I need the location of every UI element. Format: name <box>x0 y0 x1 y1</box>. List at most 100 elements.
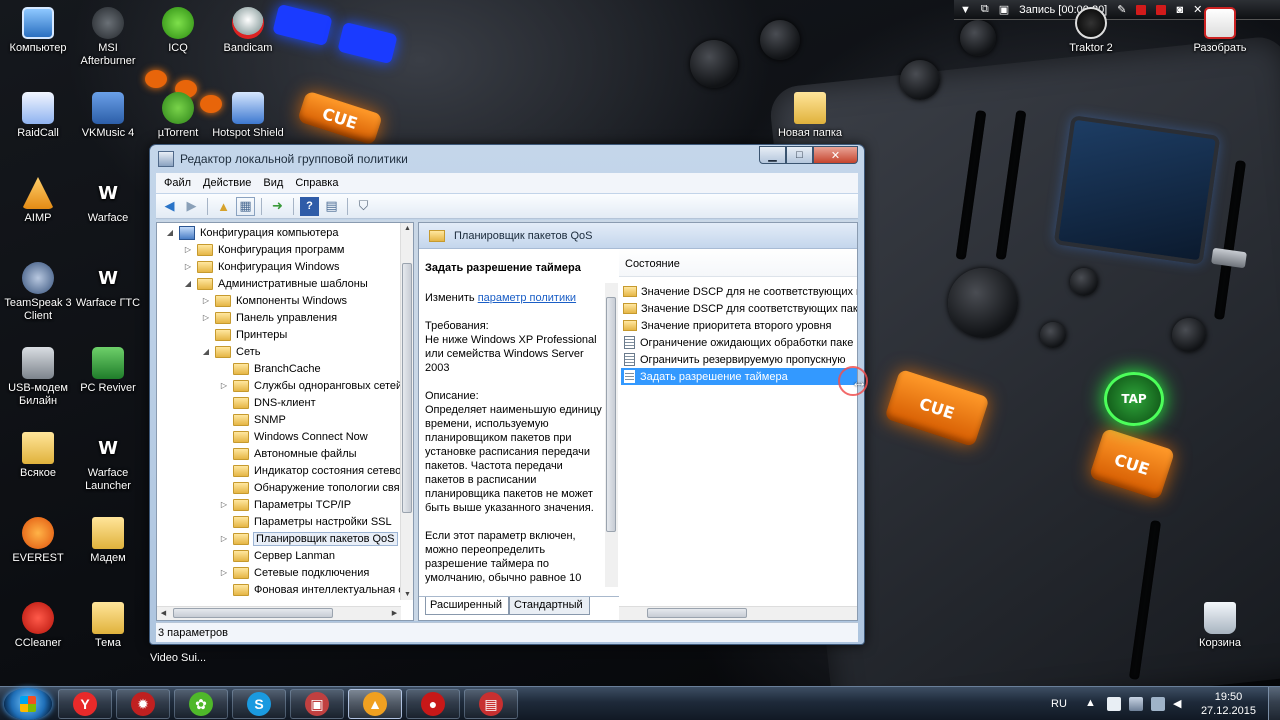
taskbar-aimp[interactable]: ▲ <box>348 689 402 719</box>
show-desktop-button[interactable] <box>1268 687 1280 720</box>
desktop-item[interactable]: ICQ <box>140 7 216 55</box>
tab-standard[interactable]: Стандартный <box>509 597 590 615</box>
desktop-item[interactable]: W Warface Launcher <box>70 432 146 493</box>
tab-extended[interactable]: Расширенный <box>425 597 509 615</box>
collapse-arrow-icon[interactable]: ◢ <box>165 228 175 237</box>
taskbar-yandex-browser[interactable]: Y <box>58 689 112 719</box>
list-item[interactable]: Значение DSCP для не соответствующих п <box>621 283 857 300</box>
tree-item[interactable]: ◢ Конфигурация компьютера <box>165 224 338 241</box>
expand-arrow-icon[interactable]: ▷ <box>219 568 229 577</box>
desktop-item[interactable]: W Warface <box>70 177 146 225</box>
start-button[interactable] <box>4 688 52 720</box>
tree-item[interactable]: Автономные файлы <box>219 445 357 462</box>
tree-item[interactable]: ▷ Панель управления <box>201 309 337 326</box>
scroll-thumb[interactable] <box>173 608 333 618</box>
desktop-item[interactable]: W Warface ГТС <box>70 262 146 310</box>
scroll-thumb[interactable] <box>606 297 616 532</box>
maximize-button[interactable]: □ <box>786 146 813 164</box>
desktop-item[interactable]: µTorrent <box>140 92 216 140</box>
expand-arrow-icon[interactable]: ▷ <box>183 245 193 254</box>
tree-item[interactable]: ▷ Компоненты Windows <box>201 292 347 309</box>
policy-tree[interactable]: ◢ Конфигурация компьютера ▷ Конфигурация пр… <box>156 222 414 621</box>
back-arrow-icon[interactable]: ◀ <box>160 197 179 216</box>
tree-vertical-scrollbar[interactable]: ▲ ▼ <box>400 223 413 600</box>
network-icon[interactable] <box>1128 697 1143 711</box>
tree-item[interactable]: ▷ Конфигурация Windows <box>183 258 340 275</box>
list-item[interactable]: Ограничить резервируемую пропускную <box>621 351 857 368</box>
desktop-item[interactable]: CCleaner <box>0 602 76 650</box>
chevron-down-icon[interactable]: ▼ <box>960 4 971 16</box>
scroll-thumb[interactable] <box>647 608 747 618</box>
minimize-button[interactable]: ▁ <box>759 146 786 164</box>
desktop-item[interactable]: EVEREST <box>0 517 76 565</box>
pause-icon[interactable] <box>1136 4 1147 15</box>
tree-item[interactable]: ▷ Службы одноранговых сетей <box>219 377 401 394</box>
taskbar-skype[interactable]: S <box>232 689 286 719</box>
desktop-item[interactable]: Hotspot Shield <box>210 92 286 140</box>
list-item[interactable]: Значение приоритета второго уровня <box>621 317 857 334</box>
tree-item[interactable]: ▷ Сетевые подключения <box>219 564 369 581</box>
group-policy-editor-window[interactable]: Редактор локальной групповой политики ▁ … <box>149 144 865 645</box>
taskbar-group-policy-editor[interactable]: ▤ <box>464 689 518 719</box>
show-hide-tree-icon[interactable]: ▦ <box>236 196 255 216</box>
language-indicator[interactable]: RU <box>1051 698 1067 710</box>
desktop-item[interactable]: PC Reviver <box>70 347 146 395</box>
taskbar-icq[interactable]: ✿ <box>174 689 228 719</box>
taskbar-bandicam[interactable]: ● <box>406 689 460 719</box>
tree-item[interactable]: Сервер Lanman <box>219 547 335 564</box>
filter-icon[interactable]: ⛉ <box>354 197 373 216</box>
title-bar[interactable]: Редактор локальной групповой политики ▁ … <box>150 145 864 173</box>
clock[interactable]: 19:50 27.12.2015 <box>1201 690 1256 718</box>
desktop-item[interactable]: Bandicam <box>210 7 286 55</box>
expand-arrow-icon[interactable]: ▷ <box>219 381 229 390</box>
desktop-item[interactable]: Всякое <box>0 432 76 480</box>
properties-icon[interactable]: ▤ <box>322 197 341 216</box>
show-hidden-icons-icon[interactable]: ▲ <box>1085 697 1099 711</box>
collapse-arrow-icon[interactable]: ◢ <box>183 279 193 288</box>
tree-item[interactable]: Фоновая интеллектуальная служба <box>219 581 401 598</box>
list-item[interactable]: Задать разрешение таймера <box>621 368 857 385</box>
window-mode-icon[interactable]: ⧉ <box>981 3 989 16</box>
scroll-right-icon[interactable]: ▶ <box>388 609 401 617</box>
desktop-item[interactable]: USB-модем Билайн <box>0 347 76 408</box>
expand-arrow-icon[interactable]: ▷ <box>201 296 211 305</box>
stop-record-icon[interactable] <box>1156 4 1167 15</box>
tree-horizontal-scrollbar[interactable]: ◀ ▶ <box>157 606 401 620</box>
list-horizontal-scrollbar[interactable] <box>619 606 857 620</box>
menu-view[interactable]: Вид <box>263 177 283 189</box>
export-list-icon[interactable]: ➜ <box>268 197 287 216</box>
list-item[interactable]: Значение DSCP для соответствующих паке <box>621 300 857 317</box>
desktop-item[interactable]: Traktor 2 <box>1053 7 1129 55</box>
column-state[interactable]: Состояние <box>625 258 680 270</box>
expand-arrow-icon[interactable]: ▷ <box>219 500 229 509</box>
tree-item[interactable]: BranchCache <box>219 360 321 377</box>
forward-arrow-icon[interactable]: ▶ <box>182 197 201 216</box>
expand-arrow-icon[interactable]: ▷ <box>183 262 193 271</box>
list-column-header[interactable]: Состояние <box>619 249 857 277</box>
expand-arrow-icon[interactable]: ▷ <box>201 313 211 322</box>
tree-item[interactable]: Windows Connect Now <box>219 428 368 445</box>
desktop-item[interactable]: RaidCall <box>0 92 76 140</box>
taskbar-media-player[interactable]: ▣ <box>290 689 344 719</box>
desktop-item[interactable]: Новая папка <box>772 92 848 140</box>
tree-item[interactable]: ▷ Планировщик пакетов QoS <box>219 530 398 547</box>
desktop-item[interactable]: Компьютер <box>0 7 76 55</box>
desktop-item-video-suite[interactable]: Video Sui... <box>150 652 206 664</box>
up-folder-icon[interactable]: ▲ <box>214 197 233 216</box>
tree-item[interactable]: Принтеры <box>201 326 287 343</box>
expand-arrow-icon[interactable]: ▷ <box>219 534 229 543</box>
tree-item[interactable]: ▷ Параметры TCP/IP <box>219 496 351 513</box>
desktop-item[interactable]: MSI Afterburner <box>70 7 146 68</box>
desktop-item[interactable]: Мадем <box>70 517 146 565</box>
menu-file[interactable]: Файл <box>164 177 191 189</box>
action-center-icon[interactable] <box>1106 697 1121 711</box>
list-item[interactable]: Ограничение ожидающих обработки паке <box>621 334 857 351</box>
tree-item[interactable]: DNS-клиент <box>219 394 316 411</box>
desktop-item[interactable]: Тема <box>70 602 146 650</box>
desktop-item[interactable]: VKMusic 4 <box>70 92 146 140</box>
tree-item[interactable]: Параметры настройки SSL <box>219 513 392 530</box>
settings-icon[interactable]: ▣ <box>999 3 1009 16</box>
close-button[interactable]: ✕ <box>813 146 858 164</box>
tree-item[interactable]: ◢ Административные шаблоны <box>183 275 368 292</box>
tree-item[interactable]: Обнаружение топологии связи <box>219 479 401 496</box>
